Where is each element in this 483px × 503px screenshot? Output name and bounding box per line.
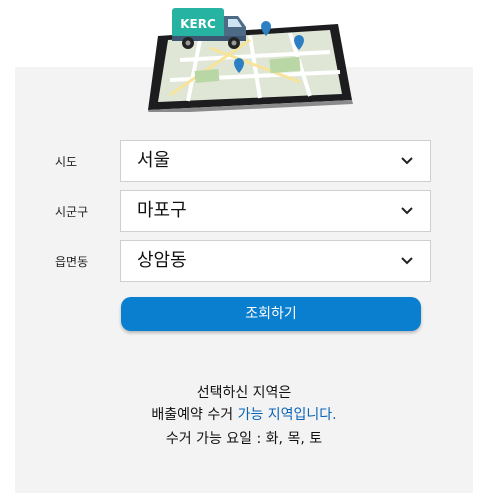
truck-label: KERC bbox=[180, 17, 216, 31]
row-sigungu: 시군구 마포구 bbox=[15, 190, 473, 234]
sigungu-select[interactable]: 마포구 bbox=[120, 190, 431, 232]
chevron-down-icon bbox=[401, 157, 413, 165]
chevron-down-icon bbox=[401, 257, 413, 265]
tablet-map-truck-illustration: KERC bbox=[148, 8, 353, 112]
sido-label: 시도 bbox=[55, 155, 78, 169]
row-eupmyeondong: 읍면동 상암동 bbox=[15, 240, 473, 284]
sido-select[interactable]: 서울 bbox=[120, 140, 431, 182]
result-line-2-prefix: 배출예약 수거 bbox=[151, 407, 238, 423]
eupmyeondong-select[interactable]: 상암동 bbox=[120, 240, 431, 282]
row-sido: 시도 서울 bbox=[15, 140, 473, 184]
sigungu-label: 시군구 bbox=[55, 205, 89, 219]
result-line-1: 선택하신 지역은 bbox=[196, 385, 292, 401]
result-line-2-highlight: 가능 지역입니다. bbox=[237, 407, 337, 423]
eupmyeondong-label: 읍면동 bbox=[55, 255, 89, 269]
chevron-down-icon bbox=[401, 207, 413, 215]
result-line-2: 배출예약 수거 가능 지역입니다. bbox=[15, 404, 473, 424]
sigungu-value: 마포구 bbox=[137, 200, 187, 221]
eupmyeondong-value: 상암동 bbox=[137, 250, 187, 271]
sido-value: 서울 bbox=[137, 150, 171, 171]
result-line-3: 수거 가능 요일 : 화, 목, 토 bbox=[165, 431, 323, 447]
search-button[interactable]: 조회하기 bbox=[121, 297, 421, 331]
